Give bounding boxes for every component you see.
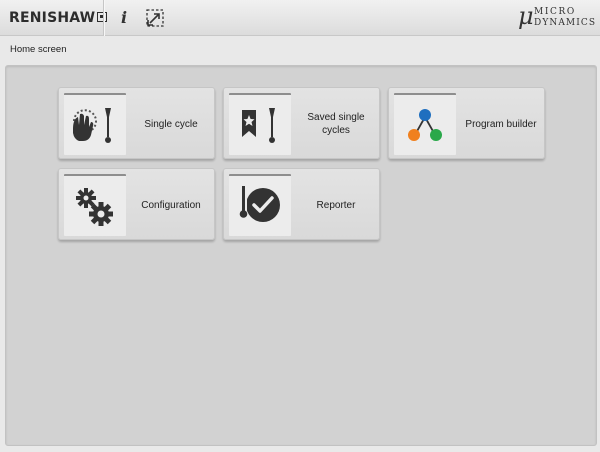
reporter-label: Reporter bbox=[316, 199, 356, 211]
top-toolbar: RENISHAW i μ MICRO DYNAMICS bbox=[0, 0, 600, 36]
saved-single-cycles-label: Saved single cycles bbox=[307, 112, 365, 136]
program-builder-icon bbox=[394, 93, 456, 155]
tile-panel: Single cycle Saved single cycles Program… bbox=[5, 65, 597, 446]
micro-dynamics-logo: μ MICRO DYNAMICS bbox=[518, 2, 597, 32]
single-cycle-label: Single cycle bbox=[144, 118, 198, 130]
saved-cycles-icon bbox=[229, 93, 291, 155]
toolbar-divider bbox=[103, 0, 104, 36]
micro-dynamics-line1: MICRO bbox=[534, 7, 576, 17]
configuration-label: Configuration bbox=[141, 199, 201, 211]
mu-symbol: μ bbox=[518, 2, 534, 30]
gears-icon bbox=[64, 174, 126, 236]
micro-dynamics-line2: DYNAMICS bbox=[534, 18, 597, 28]
configuration-tile[interactable]: Configuration bbox=[58, 168, 215, 240]
program-builder-label: Program builder bbox=[465, 118, 537, 130]
single-cycle-tile[interactable]: Single cycle bbox=[58, 87, 215, 159]
resize-icon[interactable] bbox=[144, 7, 166, 29]
breadcrumb: Home screen bbox=[10, 44, 67, 55]
single-cycle-icon bbox=[64, 93, 126, 155]
renishaw-logo: RENISHAW bbox=[9, 8, 108, 28]
reporter-icon bbox=[229, 174, 291, 236]
saved-single-cycles-tile[interactable]: Saved single cycles bbox=[223, 87, 380, 159]
program-builder-tile[interactable]: Program builder bbox=[388, 87, 545, 159]
renishaw-logo-text: RENISHAW bbox=[9, 10, 96, 26]
info-button[interactable]: i bbox=[114, 6, 134, 30]
reporter-tile[interactable]: Reporter bbox=[223, 168, 380, 240]
